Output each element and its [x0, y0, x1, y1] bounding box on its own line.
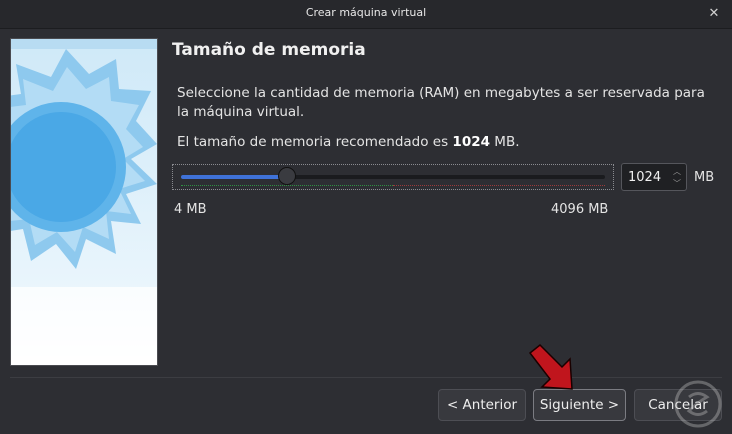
wizard-illustration [10, 38, 158, 366]
recommend-suffix: MB. [490, 134, 520, 150]
memory-spinbox[interactable]: 1024 ︿ ﹀ [621, 163, 687, 191]
title-bar: Crear máquina virtual ✕ [0, 0, 732, 29]
back-button[interactable]: < Anterior [438, 389, 526, 421]
recommended-memory-text: El tamaño de memoria recomendado es 1024… [177, 134, 520, 150]
chevron-down-icon[interactable]: ﹀ [671, 178, 683, 189]
unsafe-range-marker [393, 185, 605, 188]
window-title: Crear máquina virtual [305, 6, 427, 19]
red-arrow-annotation-icon [528, 343, 573, 390]
slider-handle[interactable] [277, 167, 296, 185]
chevron-up-icon[interactable]: ︿ [671, 166, 683, 177]
recommended-value: 1024 [452, 134, 490, 150]
memory-value-input[interactable]: 1024 [628, 170, 661, 185]
safe-range-marker [181, 185, 393, 188]
memory-description: Seleccione la cantidad de memoria (RAM) … [177, 85, 705, 120]
memory-slider[interactable] [172, 164, 614, 190]
recommend-prefix: El tamaño de memoria recomendado es [177, 134, 453, 150]
close-icon[interactable]: ✕ [706, 6, 722, 22]
memory-unit-label: MB [694, 170, 715, 185]
slider-max-label: 4096 MB [551, 202, 609, 217]
watermark-logo-icon [674, 380, 722, 428]
page-title: Tamaño de memoria [172, 40, 366, 60]
slider-fill [181, 175, 287, 179]
button-separator [10, 377, 722, 378]
slider-min-label: 4 MB [174, 202, 207, 217]
